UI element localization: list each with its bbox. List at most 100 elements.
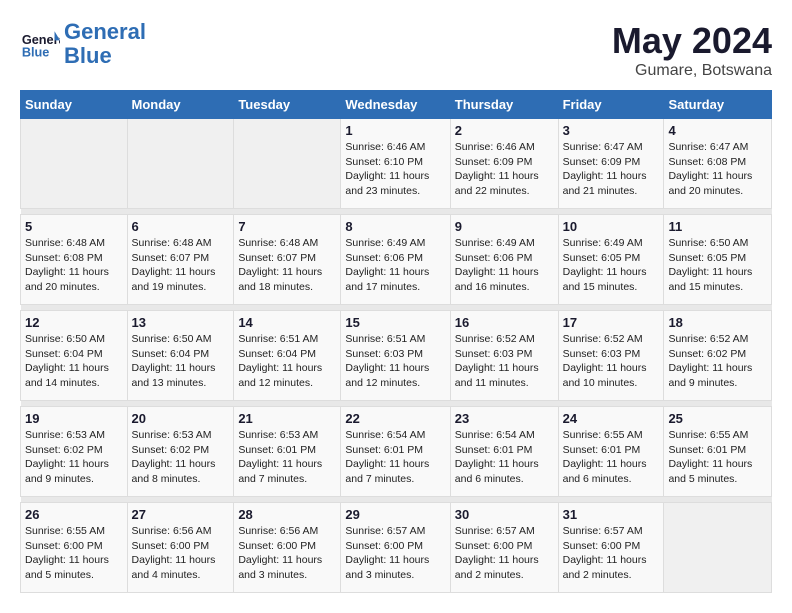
day-info: Sunrise: 6:53 AM Sunset: 6:01 PM Dayligh… bbox=[238, 428, 336, 487]
day-info: Sunrise: 6:57 AM Sunset: 6:00 PM Dayligh… bbox=[345, 524, 445, 583]
day-info: Sunrise: 6:54 AM Sunset: 6:01 PM Dayligh… bbox=[345, 428, 445, 487]
day-info: Sunrise: 6:52 AM Sunset: 6:03 PM Dayligh… bbox=[455, 332, 554, 391]
day-info: Sunrise: 6:51 AM Sunset: 6:04 PM Dayligh… bbox=[238, 332, 336, 391]
header-thursday: Thursday bbox=[450, 91, 558, 119]
day-info: Sunrise: 6:50 AM Sunset: 6:05 PM Dayligh… bbox=[668, 236, 767, 295]
title-block: May 2024 Gumare, Botswana bbox=[612, 20, 772, 80]
day-info: Sunrise: 6:49 AM Sunset: 6:05 PM Dayligh… bbox=[563, 236, 660, 295]
calendar-cell bbox=[21, 119, 128, 209]
calendar-cell: 18Sunrise: 6:52 AM Sunset: 6:02 PM Dayli… bbox=[664, 311, 772, 401]
calendar-cell: 7 Sunrise: 6:48 AM Sunset: 6:07 PM Daylig… bbox=[234, 215, 341, 305]
calendar-cell: 30Sunrise: 6:57 AM Sunset: 6:00 PM Dayli… bbox=[450, 503, 558, 593]
logo-text: General Blue bbox=[64, 20, 146, 68]
calendar-cell: 8 Sunrise: 6:49 AM Sunset: 6:06 PM Daylig… bbox=[341, 215, 450, 305]
calendar-cell: 28Sunrise: 6:56 AM Sunset: 6:00 PM Dayli… bbox=[234, 503, 341, 593]
calendar-week-row: 12 Sunrise: 6:50 AM Sunset: 6:04 PM Dayli… bbox=[21, 311, 772, 401]
logo-icon: General Blue bbox=[20, 24, 60, 64]
calendar-week-row: 1Sunrise: 6:46 AM Sunset: 6:10 PM Daylig… bbox=[21, 119, 772, 209]
day-number: 23 bbox=[455, 411, 554, 426]
day-number: 26 bbox=[25, 507, 123, 522]
calendar-cell: 24Sunrise: 6:55 AM Sunset: 6:01 PM Dayli… bbox=[558, 407, 664, 497]
day-number: 28 bbox=[238, 507, 336, 522]
day-number: 11 bbox=[668, 219, 767, 234]
calendar-cell: 31 Sunrise: 6:57 AM Sunset: 6:00 PM Dayli… bbox=[558, 503, 664, 593]
day-number: 31 bbox=[563, 507, 660, 522]
calendar-cell: 5Sunrise: 6:48 AM Sunset: 6:08 PM Daylig… bbox=[21, 215, 128, 305]
day-number: 1 bbox=[345, 123, 445, 138]
calendar-cell: 23 Sunrise: 6:54 AM Sunset: 6:01 PM Dayli… bbox=[450, 407, 558, 497]
svg-text:Blue: Blue bbox=[22, 45, 50, 60]
day-number: 9 bbox=[455, 219, 554, 234]
calendar-cell: 19 Sunrise: 6:53 AM Sunset: 6:02 PM Dayli… bbox=[21, 407, 128, 497]
day-info: Sunrise: 6:50 AM Sunset: 6:04 PM Dayligh… bbox=[132, 332, 230, 391]
day-number: 2 bbox=[455, 123, 554, 138]
calendar-cell: 6Sunrise: 6:48 AM Sunset: 6:07 PM Daylig… bbox=[127, 215, 234, 305]
header-tuesday: Tuesday bbox=[234, 91, 341, 119]
calendar-cell: 2 Sunrise: 6:46 AM Sunset: 6:09 PM Daylig… bbox=[450, 119, 558, 209]
day-number: 27 bbox=[132, 507, 230, 522]
calendar-cell bbox=[234, 119, 341, 209]
day-info: Sunrise: 6:51 AM Sunset: 6:03 PM Dayligh… bbox=[345, 332, 445, 391]
day-number: 3 bbox=[563, 123, 660, 138]
calendar-cell: 3Sunrise: 6:47 AM Sunset: 6:09 PM Daylig… bbox=[558, 119, 664, 209]
day-number: 24 bbox=[563, 411, 660, 426]
day-info: Sunrise: 6:52 AM Sunset: 6:02 PM Dayligh… bbox=[668, 332, 767, 391]
day-number: 30 bbox=[455, 507, 554, 522]
calendar-cell: 13 Sunrise: 6:50 AM Sunset: 6:04 PM Dayli… bbox=[127, 311, 234, 401]
day-info: Sunrise: 6:48 AM Sunset: 6:07 PM Dayligh… bbox=[238, 236, 336, 295]
day-number: 29 bbox=[345, 507, 445, 522]
logo: General Blue General Blue bbox=[20, 20, 146, 68]
day-number: 7 bbox=[238, 219, 336, 234]
calendar-cell: 25 Sunrise: 6:55 AM Sunset: 6:01 PM Dayli… bbox=[664, 407, 772, 497]
day-info: Sunrise: 6:49 AM Sunset: 6:06 PM Dayligh… bbox=[345, 236, 445, 295]
calendar-cell: 1Sunrise: 6:46 AM Sunset: 6:10 PM Daylig… bbox=[341, 119, 450, 209]
day-number: 25 bbox=[668, 411, 767, 426]
day-info: Sunrise: 6:56 AM Sunset: 6:00 PM Dayligh… bbox=[132, 524, 230, 583]
calendar-cell bbox=[127, 119, 234, 209]
day-info: Sunrise: 6:55 AM Sunset: 6:00 PM Dayligh… bbox=[25, 524, 123, 583]
calendar-week-row: 19 Sunrise: 6:53 AM Sunset: 6:02 PM Dayli… bbox=[21, 407, 772, 497]
calendar-cell: 9Sunrise: 6:49 AM Sunset: 6:06 PM Daylig… bbox=[450, 215, 558, 305]
header-wednesday: Wednesday bbox=[341, 91, 450, 119]
calendar-cell: 17Sunrise: 6:52 AM Sunset: 6:03 PM Dayli… bbox=[558, 311, 664, 401]
day-info: Sunrise: 6:57 AM Sunset: 6:00 PM Dayligh… bbox=[563, 524, 660, 583]
day-number: 19 bbox=[25, 411, 123, 426]
day-number: 20 bbox=[132, 411, 230, 426]
header-friday: Friday bbox=[558, 91, 664, 119]
day-number: 17 bbox=[563, 315, 660, 330]
day-number: 10 bbox=[563, 219, 660, 234]
calendar-week-row: 5Sunrise: 6:48 AM Sunset: 6:08 PM Daylig… bbox=[21, 215, 772, 305]
calendar-cell: 27 Sunrise: 6:56 AM Sunset: 6:00 PM Dayli… bbox=[127, 503, 234, 593]
day-info: Sunrise: 6:46 AM Sunset: 6:09 PM Dayligh… bbox=[455, 140, 554, 199]
day-info: Sunrise: 6:53 AM Sunset: 6:02 PM Dayligh… bbox=[132, 428, 230, 487]
calendar-header-row: SundayMondayTuesdayWednesdayThursdayFrid… bbox=[21, 91, 772, 119]
calendar-week-row: 26 Sunrise: 6:55 AM Sunset: 6:00 PM Dayli… bbox=[21, 503, 772, 593]
calendar-cell: 22Sunrise: 6:54 AM Sunset: 6:01 PM Dayli… bbox=[341, 407, 450, 497]
calendar-cell: 15 Sunrise: 6:51 AM Sunset: 6:03 PM Dayli… bbox=[341, 311, 450, 401]
day-info: Sunrise: 6:54 AM Sunset: 6:01 PM Dayligh… bbox=[455, 428, 554, 487]
day-number: 8 bbox=[345, 219, 445, 234]
calendar-table: SundayMondayTuesdayWednesdayThursdayFrid… bbox=[20, 90, 772, 593]
calendar-cell: 26 Sunrise: 6:55 AM Sunset: 6:00 PM Dayli… bbox=[21, 503, 128, 593]
day-number: 16 bbox=[455, 315, 554, 330]
calendar-cell: 20 Sunrise: 6:53 AM Sunset: 6:02 PM Dayli… bbox=[127, 407, 234, 497]
day-number: 14 bbox=[238, 315, 336, 330]
day-number: 4 bbox=[668, 123, 767, 138]
day-number: 15 bbox=[345, 315, 445, 330]
page-header: General Blue General Blue May 2024 Gumar… bbox=[20, 20, 772, 80]
day-info: Sunrise: 6:55 AM Sunset: 6:01 PM Dayligh… bbox=[668, 428, 767, 487]
header-monday: Monday bbox=[127, 91, 234, 119]
header-saturday: Saturday bbox=[664, 91, 772, 119]
calendar-cell: 4 Sunrise: 6:47 AM Sunset: 6:08 PM Daylig… bbox=[664, 119, 772, 209]
day-number: 12 bbox=[25, 315, 123, 330]
day-number: 13 bbox=[132, 315, 230, 330]
main-title: May 2024 bbox=[612, 20, 772, 62]
day-info: Sunrise: 6:53 AM Sunset: 6:02 PM Dayligh… bbox=[25, 428, 123, 487]
subtitle: Gumare, Botswana bbox=[612, 62, 772, 80]
calendar-cell: 16 Sunrise: 6:52 AM Sunset: 6:03 PM Dayli… bbox=[450, 311, 558, 401]
day-info: Sunrise: 6:50 AM Sunset: 6:04 PM Dayligh… bbox=[25, 332, 123, 391]
calendar-cell: 29 Sunrise: 6:57 AM Sunset: 6:00 PM Dayli… bbox=[341, 503, 450, 593]
calendar-cell: 21Sunrise: 6:53 AM Sunset: 6:01 PM Dayli… bbox=[234, 407, 341, 497]
day-info: Sunrise: 6:47 AM Sunset: 6:08 PM Dayligh… bbox=[668, 140, 767, 199]
calendar-cell: 10 Sunrise: 6:49 AM Sunset: 6:05 PM Dayli… bbox=[558, 215, 664, 305]
